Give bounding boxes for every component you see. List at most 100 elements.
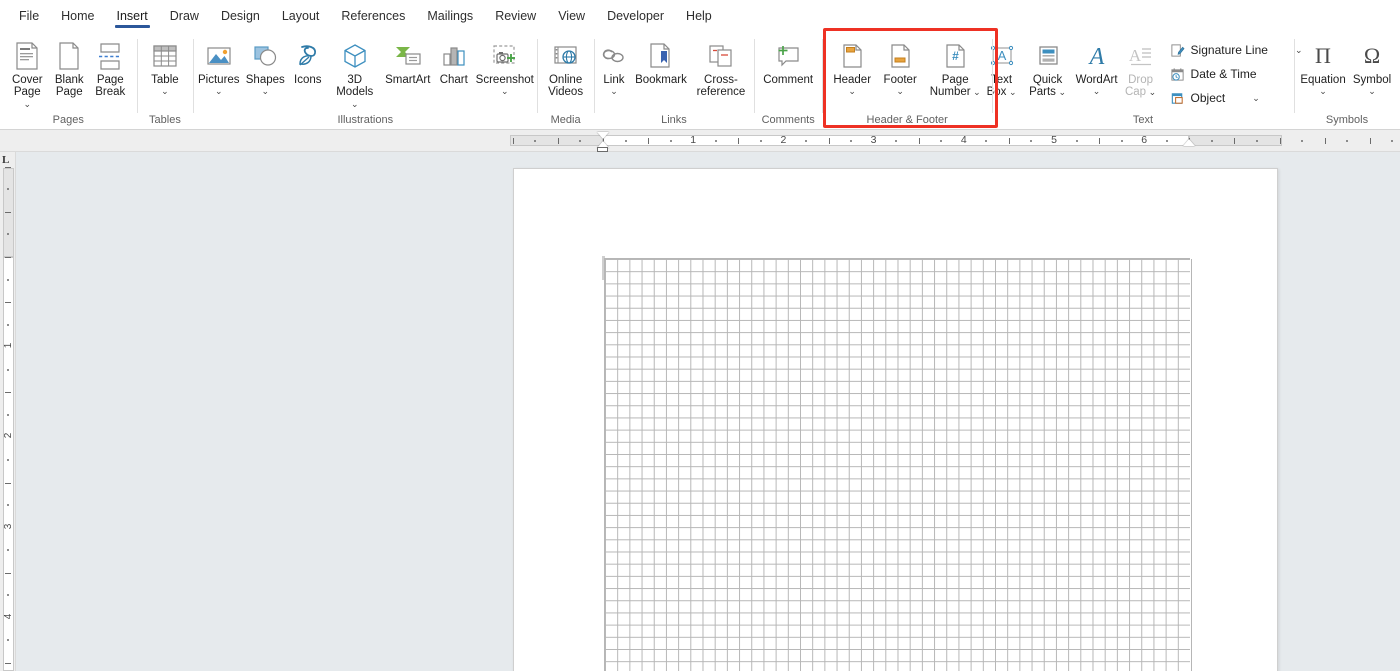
signature-line-button[interactable]: Signature Line ⌄ bbox=[1167, 38, 1306, 62]
link-button[interactable]: Link ⌄ bbox=[595, 36, 633, 96]
equation-button[interactable]: Π Equation ⌄ bbox=[1298, 36, 1348, 96]
chevron-down-icon[interactable]: ⌄ bbox=[1056, 87, 1066, 97]
chevron-down-icon[interactable]: ⌄ bbox=[971, 87, 981, 97]
group-label-header-footer: Header & Footer bbox=[866, 114, 948, 126]
equation-icon: Π bbox=[1308, 39, 1338, 72]
ruler-tick bbox=[1075, 140, 1078, 142]
chevron-down-icon[interactable]: ⌄ bbox=[896, 87, 904, 96]
ruler-number: 1 bbox=[690, 134, 697, 146]
page-break-button[interactable]: Page Break bbox=[89, 36, 131, 98]
table-button[interactable]: Table ⌄ bbox=[142, 36, 188, 96]
document-canvas[interactable] bbox=[16, 152, 1400, 671]
ruler-tick bbox=[5, 166, 11, 168]
ruler-tick bbox=[5, 482, 11, 484]
pictures-button[interactable]: Pictures ⌄ bbox=[195, 36, 243, 96]
icons-button[interactable]: Icons bbox=[288, 36, 328, 87]
screenshot-button[interactable]: Screenshot ⌄ bbox=[474, 36, 536, 96]
screenshot-icon bbox=[489, 39, 521, 72]
group-label-tables: Tables bbox=[149, 114, 181, 126]
chevron-down-icon[interactable]: ⌄ bbox=[161, 87, 169, 96]
ruler-number: 1 bbox=[3, 342, 14, 349]
page-number-label: Page Number bbox=[929, 74, 971, 98]
ruler-tick bbox=[828, 138, 830, 144]
grid-table[interactable] bbox=[604, 258, 1192, 671]
ribbon-group-illustrations: Pictures ⌄ Shapes ⌄ Icons 3D Models ⌄ Sm… bbox=[193, 33, 537, 130]
tab-stop-marker[interactable]: L bbox=[2, 154, 9, 166]
header-button[interactable]: Header ⌄ bbox=[828, 36, 876, 96]
footer-button[interactable]: Footer ⌄ bbox=[876, 36, 924, 96]
smartart-icon bbox=[392, 39, 424, 72]
tab-layout[interactable]: Layout bbox=[271, 3, 331, 31]
ruler-tick bbox=[669, 140, 672, 142]
chart-button[interactable]: Chart bbox=[434, 36, 474, 87]
ruler-tick bbox=[1120, 140, 1123, 142]
wordart-button[interactable]: A WordArt ⌄ bbox=[1073, 36, 1121, 96]
tab-insert[interactable]: Insert bbox=[106, 3, 159, 31]
chevron-down-icon[interactable]: ⌄ bbox=[351, 99, 359, 109]
icons-label: Icons bbox=[294, 74, 322, 86]
chevron-down-icon[interactable]: ⌄ bbox=[215, 87, 223, 96]
group-label-comments: Comments bbox=[761, 114, 815, 126]
symbol-button[interactable]: Ω Symbol ⌄ bbox=[1348, 36, 1396, 96]
chevron-down-icon[interactable]: ⌄ bbox=[261, 87, 269, 96]
tab-review[interactable]: Review bbox=[484, 3, 547, 31]
ruler-tick bbox=[5, 572, 11, 574]
bookmark-button[interactable]: Bookmark bbox=[633, 36, 689, 87]
ribbon-group-pages: Cover Page ⌄ Blank Page Page Break Pages bbox=[0, 33, 137, 130]
smartart-button[interactable]: SmartArt bbox=[382, 36, 434, 87]
first-line-indent-marker[interactable] bbox=[597, 132, 609, 139]
drop-cap-button[interactable]: A Drop Cap ⌄ bbox=[1121, 36, 1161, 99]
ruler-tick bbox=[5, 392, 11, 394]
vertical-ruler[interactable]: L 1 2 3 4 bbox=[0, 152, 16, 671]
shapes-button[interactable]: Shapes ⌄ bbox=[243, 36, 288, 96]
group-label-links: Links bbox=[661, 114, 687, 126]
chevron-down-icon[interactable]: ⌄ bbox=[610, 87, 618, 96]
chevron-down-icon[interactable]: ⌄ bbox=[1093, 87, 1101, 96]
tab-view[interactable]: View bbox=[547, 3, 596, 31]
horizontal-ruler[interactable]: 1 2 3 4 5 6 bbox=[0, 130, 1400, 152]
tab-design[interactable]: Design bbox=[210, 3, 271, 31]
chevron-down-icon[interactable]: ⌄ bbox=[1252, 93, 1260, 104]
quick-parts-button[interactable]: Quick Parts ⌄ bbox=[1023, 36, 1073, 98]
tab-developer[interactable]: Developer bbox=[596, 3, 675, 31]
ruler-tick bbox=[1165, 140, 1168, 142]
svg-text:Ω: Ω bbox=[1364, 43, 1380, 68]
ruler-tick bbox=[5, 662, 11, 664]
ruler-tick bbox=[1099, 138, 1101, 144]
page-number-button[interactable]: # Page Number ⌄ bbox=[924, 36, 986, 98]
ruler-number: 3 bbox=[870, 134, 877, 146]
chevron-down-icon[interactable]: ⌄ bbox=[1006, 87, 1017, 97]
ruler-number: 2 bbox=[3, 433, 14, 439]
comment-icon bbox=[773, 39, 803, 72]
blank-page-button[interactable]: Blank Page bbox=[49, 36, 89, 98]
online-videos-label: Online Videos bbox=[548, 74, 584, 98]
object-button[interactable]: Object ⌄ bbox=[1167, 86, 1306, 110]
cover-page-button[interactable]: Cover Page ⌄ bbox=[5, 36, 49, 110]
document-page[interactable] bbox=[513, 168, 1278, 671]
text-box-icon: A bbox=[987, 39, 1017, 72]
chevron-down-icon[interactable]: ⌄ bbox=[1368, 87, 1376, 96]
tab-references[interactable]: References bbox=[330, 3, 416, 31]
page-break-label: Page Break bbox=[95, 74, 126, 98]
right-indent-marker[interactable] bbox=[1183, 139, 1195, 146]
table-icon bbox=[150, 39, 180, 72]
chevron-down-icon[interactable]: ⌄ bbox=[24, 99, 32, 109]
tab-home[interactable]: Home bbox=[50, 3, 105, 31]
comment-button[interactable]: Comment bbox=[759, 36, 817, 87]
chevron-down-icon[interactable]: ⌄ bbox=[848, 87, 856, 96]
ruler-tick bbox=[7, 413, 9, 416]
3d-models-button[interactable]: 3D Models ⌄ bbox=[328, 36, 382, 110]
tab-help[interactable]: Help bbox=[675, 3, 723, 31]
text-box-button[interactable]: A Text Box ⌄ bbox=[981, 36, 1023, 98]
chevron-down-icon[interactable]: ⌄ bbox=[1319, 87, 1327, 96]
tab-file[interactable]: File bbox=[8, 3, 50, 31]
cross-reference-button[interactable]: Cross-reference bbox=[689, 36, 753, 98]
online-videos-button[interactable]: Online Videos bbox=[542, 36, 590, 98]
tab-draw[interactable]: Draw bbox=[159, 3, 210, 31]
tab-mailings[interactable]: Mailings bbox=[416, 3, 484, 31]
group-label-illustrations: Illustrations bbox=[337, 114, 394, 126]
date-time-button[interactable]: Date & Time bbox=[1167, 62, 1306, 86]
ruler-number: 4 bbox=[960, 134, 967, 146]
chevron-down-icon[interactable]: ⌄ bbox=[1146, 87, 1157, 97]
chevron-down-icon[interactable]: ⌄ bbox=[501, 87, 509, 96]
